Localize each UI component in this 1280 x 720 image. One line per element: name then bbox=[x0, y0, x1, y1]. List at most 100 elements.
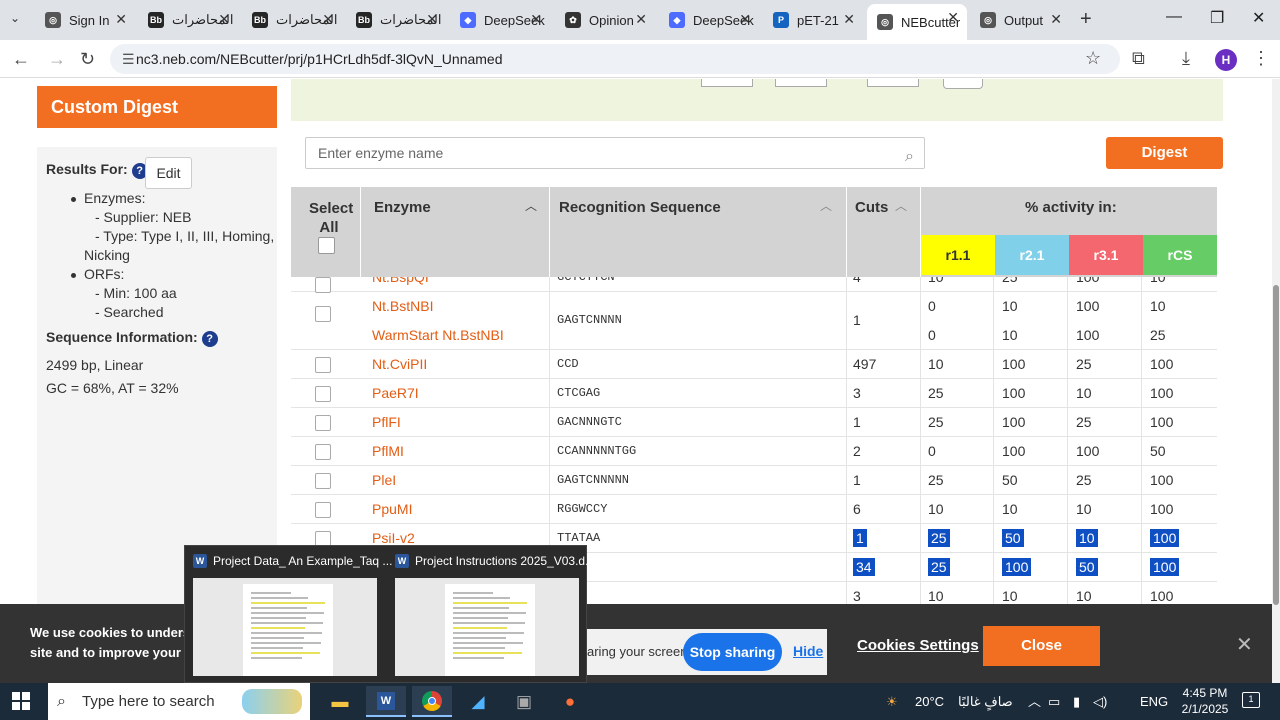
preview-window-1[interactable]: W Project Instructions 2025_V03.d... bbox=[387, 546, 595, 684]
enzyme-link[interactable]: PflMI bbox=[372, 437, 404, 466]
tab-8[interactable]: ◎ NEBcutter ✕ bbox=[867, 4, 967, 40]
url-field[interactable]: ☰ nc3.neb.com/NEBcutter/prj/p1HCrLdh5df-… bbox=[110, 44, 1120, 74]
digest-button[interactable]: Digest bbox=[1106, 137, 1223, 169]
tab-9[interactable]: ◎ Output ✕ bbox=[970, 6, 1070, 34]
table-row[interactable]: Nt.BspQI GCTCTTCN 4 10 25 100 10 bbox=[291, 277, 1217, 293]
tab-1[interactable]: Bb المحاضرات ✕ bbox=[138, 6, 238, 34]
enzyme-link[interactable]: PflFI bbox=[372, 408, 401, 437]
draw-app-icon[interactable]: ◢ bbox=[458, 686, 498, 717]
enzyme-link[interactable]: WarmStart Nt.BstNBI bbox=[372, 321, 504, 350]
weather-icon[interactable]: ☀ bbox=[886, 683, 898, 720]
preview-window-0[interactable]: W Project Data_ An Example_Taq ... bbox=[185, 546, 392, 684]
bookmark-star-icon[interactable]: ☆ bbox=[1085, 48, 1101, 69]
tab-5[interactable]: ✿ Opinion ✕ bbox=[555, 6, 655, 34]
hide-share-link[interactable]: Hide bbox=[793, 643, 823, 659]
file-explorer-icon[interactable]: ▬ bbox=[320, 686, 360, 717]
profile-avatar[interactable]: H bbox=[1215, 49, 1237, 71]
menu-icon[interactable]: ⋮ bbox=[1252, 48, 1270, 69]
tab-close-icon[interactable]: ✕ bbox=[115, 11, 127, 28]
enzyme-link[interactable]: PleI bbox=[372, 466, 396, 495]
firefox-app-icon[interactable]: ● bbox=[550, 686, 590, 717]
cookie-dismiss-icon[interactable]: ✕ bbox=[1236, 632, 1253, 657]
row-checkbox[interactable] bbox=[315, 473, 331, 489]
stop-sharing-button[interactable]: Stop sharing bbox=[683, 633, 782, 671]
extensions-icon[interactable]: ⧉ bbox=[1132, 48, 1145, 69]
row-checkbox[interactable] bbox=[315, 444, 331, 460]
tab-close-icon[interactable]: ✕ bbox=[530, 11, 542, 28]
enzyme-link[interactable]: PpuMI bbox=[372, 495, 412, 524]
tab-3[interactable]: Bb المحاضرات ✕ bbox=[346, 6, 446, 34]
strip-control[interactable] bbox=[867, 79, 919, 87]
volume-icon[interactable]: ◁) bbox=[1093, 683, 1107, 720]
row-checkbox[interactable] bbox=[315, 357, 331, 373]
tab-2[interactable]: Bb المحاضرات ✕ bbox=[242, 6, 342, 34]
chrome-app-icon[interactable] bbox=[412, 686, 452, 717]
recognition-header[interactable]: Recognition Sequence bbox=[559, 199, 721, 216]
enzyme-header[interactable]: Enzyme bbox=[374, 199, 431, 216]
tab-close-icon[interactable]: ✕ bbox=[739, 11, 751, 28]
windows-start-icon[interactable] bbox=[12, 692, 30, 710]
search-icon[interactable]: ⌕ bbox=[905, 142, 914, 172]
enzyme-link[interactable]: Nt.BstNBI bbox=[372, 292, 433, 321]
table-row[interactable]: PpuMI RGGWCCY 6 10 10 10 100 bbox=[291, 495, 1217, 524]
select-all-checkbox[interactable] bbox=[318, 237, 335, 254]
new-tab-button[interactable]: + bbox=[1080, 8, 1092, 31]
sort-up-icon[interactable]: ︿ bbox=[525, 197, 537, 214]
language-indicator[interactable]: ENG bbox=[1140, 683, 1168, 720]
table-row[interactable]: PaeR7I CTCGAG 3 25 100 10 100 bbox=[291, 379, 1217, 408]
help-icon[interactable]: ? bbox=[201, 331, 218, 347]
strip-control[interactable] bbox=[701, 79, 753, 87]
enzyme-link[interactable]: Nt.BspQI bbox=[372, 277, 429, 292]
reload-button[interactable]: ↻ bbox=[80, 49, 95, 70]
table-row[interactable]: PflMI CCANNNNNTGG 2 0 100 100 50 bbox=[291, 437, 1217, 466]
cuts-header[interactable]: Cuts bbox=[855, 199, 888, 216]
row-checkbox[interactable] bbox=[315, 415, 331, 431]
enzyme-link[interactable]: Nt.CviPII bbox=[372, 350, 427, 379]
tab-close-icon[interactable]: ✕ bbox=[426, 11, 438, 28]
row-checkbox[interactable] bbox=[315, 386, 331, 402]
table-row[interactable]: PleI GAGTCNNNNN 1 25 50 25 100 bbox=[291, 466, 1217, 495]
tab-6[interactable]: ◆ DeepSeek ✕ bbox=[659, 6, 759, 34]
back-button[interactable]: ← bbox=[12, 49, 30, 70]
site-info-icon[interactable]: ☰ bbox=[122, 44, 135, 74]
row-checkbox[interactable] bbox=[315, 306, 331, 322]
enzyme-search-input[interactable]: Enter enzyme name ⌕ bbox=[305, 137, 925, 169]
sort-icon[interactable]: ︿ bbox=[820, 197, 832, 214]
tab-close-icon[interactable]: ✕ bbox=[1050, 11, 1062, 28]
cookie-close-button[interactable]: Close bbox=[983, 626, 1100, 666]
forward-button[interactable]: → bbox=[48, 49, 66, 70]
notification-icon[interactable]: 1 bbox=[1242, 692, 1260, 708]
maximize-button[interactable]: ❐ bbox=[1210, 8, 1224, 28]
row-checkbox[interactable] bbox=[315, 277, 331, 293]
strip-control[interactable] bbox=[775, 79, 827, 87]
strip-control[interactable] bbox=[943, 79, 983, 89]
enzyme-link[interactable]: PaeR7I bbox=[372, 379, 419, 408]
word-app-icon[interactable]: W bbox=[366, 686, 406, 717]
tab-0[interactable]: ◎ Sign In ✕ bbox=[35, 6, 135, 34]
tab-7[interactable]: PpET-21 ✕ bbox=[763, 6, 863, 34]
minimize-button[interactable]: — bbox=[1166, 8, 1182, 26]
row-checkbox[interactable] bbox=[315, 502, 331, 518]
tab-close-icon[interactable]: ✕ bbox=[843, 11, 855, 28]
table-row[interactable]: Nt.CviPII CCD 497 10 100 25 100 bbox=[291, 350, 1217, 379]
tab-4[interactable]: ◆ DeepSeek ✕ bbox=[450, 6, 550, 34]
network-icon[interactable]: ▭ bbox=[1048, 683, 1060, 720]
cookie-settings-link[interactable]: Cookies Settings bbox=[857, 637, 979, 654]
tab-close-icon[interactable]: ✕ bbox=[635, 11, 647, 28]
taskbar-search[interactable]: ⌕ Type here to search bbox=[48, 683, 310, 720]
sort-icon[interactable]: ︿ bbox=[895, 197, 907, 214]
download-icon[interactable]: ⤓ bbox=[1182, 48, 1190, 69]
show-hidden-icons[interactable]: ︿ bbox=[1028, 683, 1041, 720]
scrollbar-thumb[interactable] bbox=[1273, 285, 1279, 605]
table-row[interactable]: WarmStart Nt.BstNBI 0 10 100 25 bbox=[291, 321, 1217, 350]
tab-close-icon[interactable]: ✕ bbox=[322, 11, 334, 28]
tab-search-icon[interactable]: ⌄ bbox=[10, 11, 20, 25]
close-window-button[interactable]: ✕ bbox=[1252, 8, 1265, 28]
tab-close-icon[interactable]: ✕ bbox=[218, 11, 230, 28]
table-row[interactable]: PflFI GACNNNGTC 1 25 100 25 100 bbox=[291, 408, 1217, 437]
edit-button[interactable]: Edit bbox=[145, 157, 192, 189]
tab-close-icon[interactable]: ✕ bbox=[947, 9, 959, 26]
battery-icon[interactable]: ▮ bbox=[1073, 683, 1080, 720]
screen-capture-icon[interactable]: ▣ bbox=[504, 686, 544, 717]
clock[interactable]: 4:45 PM 2/1/2025 bbox=[1175, 685, 1235, 717]
